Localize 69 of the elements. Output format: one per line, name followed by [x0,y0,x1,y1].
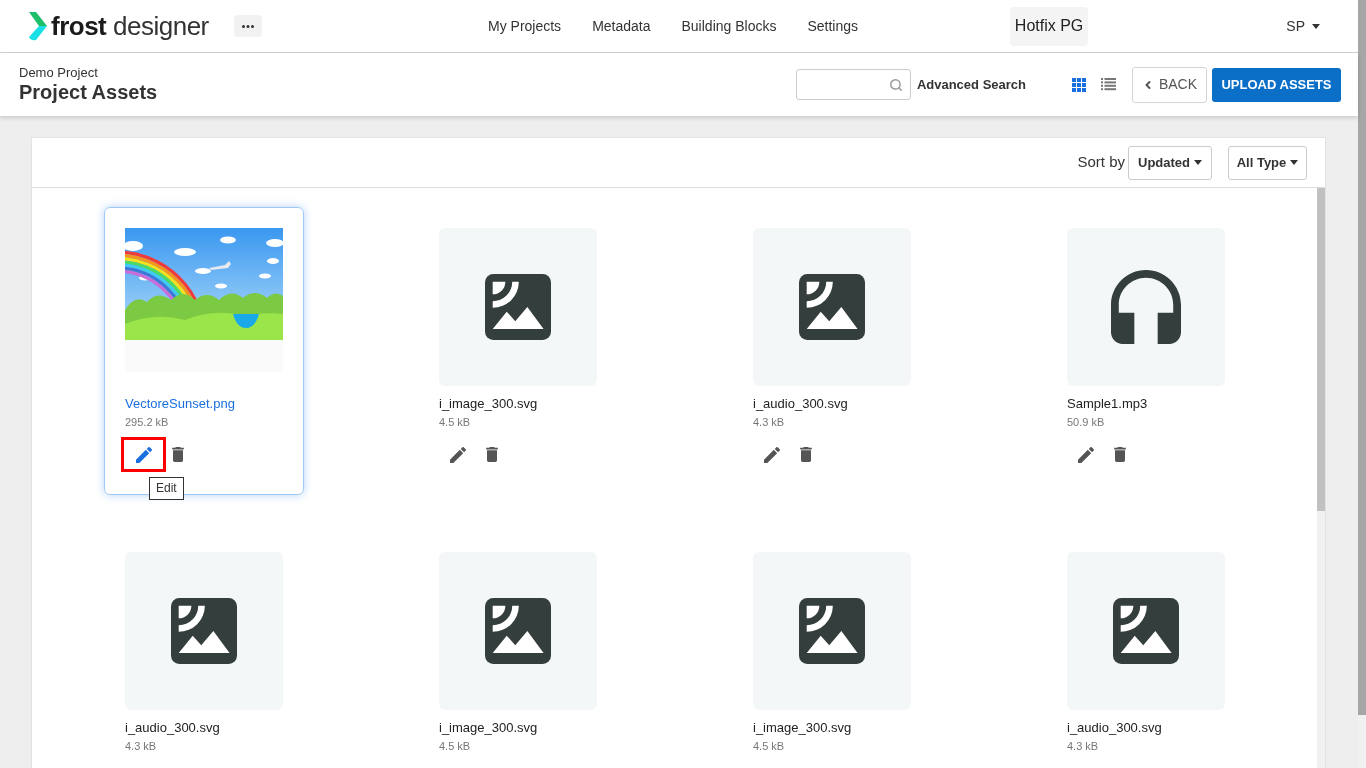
file-name: i_audio_300.svg [125,720,220,736]
file-size: 4.3 kB [125,739,157,753]
sort-label: Sort by [1077,152,1125,173]
breadcrumb: Demo Project [19,65,99,80]
trash-icon [800,447,812,462]
image-icon [799,274,865,340]
type-filter-dropdown[interactable]: All Type [1228,145,1307,180]
file-size: 4.3 kB [753,415,785,429]
headphones-icon [1111,270,1181,344]
file-name: i_image_300.svg [439,396,538,412]
tooltip: Edit [149,477,184,500]
grid-icon [1072,77,1086,92]
nav-link[interactable]: Building Blocks [681,15,777,37]
edit-button[interactable] [121,437,166,472]
nav-link[interactable]: Settings [807,15,859,37]
scrollbar-thumb[interactable] [1317,188,1325,511]
file-name: i_image_300.svg [439,720,538,736]
image-icon [485,598,551,664]
trash-icon [172,447,184,462]
caret-icon [1194,160,1202,165]
image-icon [171,598,237,664]
file-name: Sample1.mp3 [1067,396,1148,412]
chevron-logo-icon [28,11,48,41]
caret-icon [1312,23,1320,29]
sort-dropdown[interactable]: Updated [1128,145,1212,180]
trash-icon [486,447,498,462]
search-field[interactable] [795,69,911,100]
scrollbar[interactable] [1317,188,1325,768]
project-switcher[interactable]: Hotfix PG [1009,6,1089,46]
back-button[interactable]: BACK [1132,66,1207,103]
upload-assets-button[interactable]: UPLOAD ASSETS [1212,67,1341,102]
file-size: 50.9 kB [1067,415,1105,429]
nav-link[interactable]: My Projects [488,15,562,37]
advanced-search-link[interactable]: Advanced Search [916,74,1026,95]
pencil-icon [1077,446,1094,463]
image-icon [1113,598,1179,664]
asset-card[interactable]: i_image_300.svg 4.5 kB [418,531,618,768]
asset-card[interactable]: i_image_300.svg 4.5 kB [418,207,618,495]
file-name: i_audio_300.svg [753,396,848,412]
file-size: 4.5 kB [439,739,471,753]
asset-card[interactable]: i_image_300.svg 4.5 kB [732,531,932,768]
home-logo-link[interactable]: frost designer [28,11,218,41]
ellipsis-icon [242,24,254,28]
nav-link[interactable]: Metadata [592,15,651,37]
asset-card[interactable]: i_audio_300.svg 4.3 kB [104,531,304,768]
file-size: 4.3 kB [1067,739,1099,753]
file-size: 4.5 kB [439,415,471,429]
list-icon [1101,78,1116,91]
search-icon [888,77,903,92]
asset-card[interactable]: i_audio_300.svg 4.3 kB [732,207,932,495]
page-title: Project Assets [19,80,158,104]
file-name: VectoreSunset.png [125,396,235,412]
file-name: i_image_300.svg [753,720,852,736]
file-size: 4.5 kB [753,739,785,753]
pencil-icon [449,446,466,463]
asset-card[interactable]: i_audio_300.svg 4.3 kB [1046,531,1246,768]
file-name: i_audio_300.svg [1067,720,1162,736]
image-icon [485,274,551,340]
pencil-icon [763,446,780,463]
grid-view-button[interactable] [1072,77,1086,92]
image-icon [799,598,865,664]
file-size: 295.2 kB [125,415,169,429]
list-view-button[interactable] [1101,78,1116,91]
more-button[interactable] [234,15,262,37]
asset-card[interactable]: Sample1.mp3 50.9 kB [1046,207,1246,495]
user-menu[interactable]: SP [1286,15,1320,37]
caret-icon [1290,160,1299,165]
trash-icon [1114,447,1126,462]
pencil-icon [135,446,152,463]
